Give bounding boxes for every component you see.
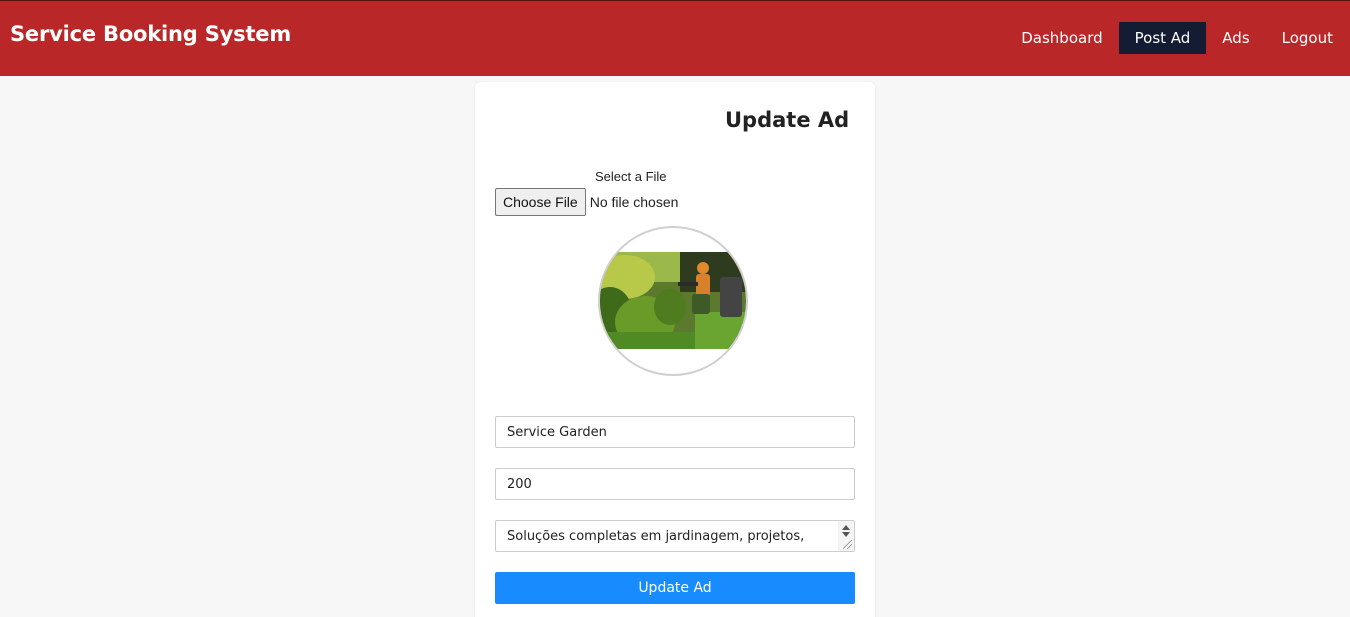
file-label: Select a File (595, 169, 667, 184)
choose-file-button[interactable]: Choose File (495, 188, 586, 216)
description-wrapper: Soluções completas em jardinagem, projet… (495, 520, 855, 552)
nav-link-post-ad[interactable]: Post Ad (1118, 22, 1207, 54)
navbar: Service Booking System Dashboard Post Ad… (0, 0, 1350, 76)
gardener-image (600, 252, 746, 349)
price-field[interactable] (495, 468, 855, 500)
nav-link-logout[interactable]: Logout (1266, 22, 1350, 54)
file-status: No file chosen (589, 194, 679, 210)
file-picker: Choose File No file chosen (495, 188, 678, 216)
page-title: Update Ad (725, 108, 850, 132)
ad-image-preview (598, 226, 748, 376)
scroll-down-icon[interactable] (842, 532, 850, 537)
nav-link-dashboard[interactable]: Dashboard (1005, 22, 1118, 54)
update-ad-button[interactable]: Update Ad (495, 572, 855, 604)
nav-link-ads[interactable]: Ads (1206, 22, 1265, 54)
scroll-up-icon[interactable] (842, 525, 850, 530)
nav-links: Dashboard Post Ad Ads Logout (1005, 22, 1350, 54)
update-ad-card: Update Ad Select a File Choose File No f… (475, 82, 875, 617)
brand-title[interactable]: Service Booking System (10, 22, 291, 46)
resize-grip-icon[interactable] (843, 540, 852, 549)
service-name-field[interactable] (495, 416, 855, 448)
description-field[interactable]: Soluções completas em jardinagem, projet… (495, 520, 855, 552)
